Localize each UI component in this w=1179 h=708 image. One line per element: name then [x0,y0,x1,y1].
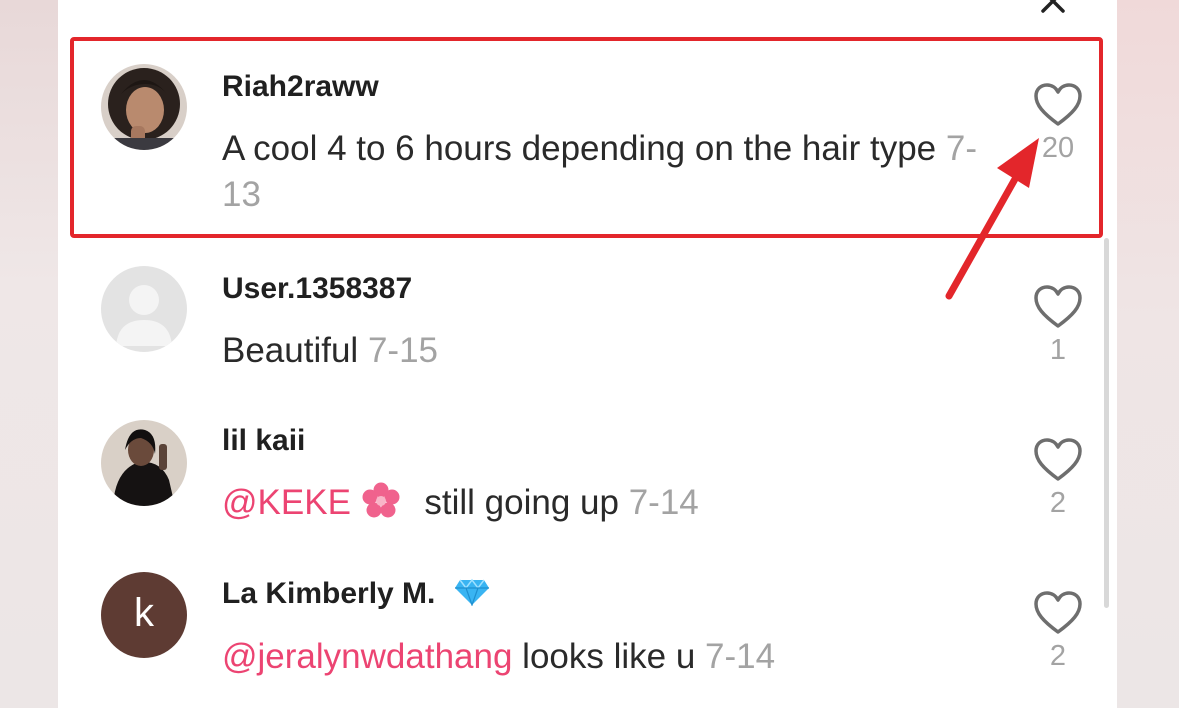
diamond-icon [454,578,490,614]
avatar[interactable]: k [101,572,187,658]
comment-text: @jeralynwdathang looks like u 7-14 [222,634,982,680]
comment-text: @KEKE still going up 7-14 [222,480,982,530]
like-count: 2 [1049,640,1067,672]
comment-username[interactable]: lil kaii [222,424,305,458]
scrollbar[interactable] [1104,238,1109,608]
close-icon[interactable] [1038,0,1068,16]
comment-body: A cool 4 to 6 hours depending on the hai… [222,129,937,168]
comment-date: 7-14 [628,483,699,522]
avatar[interactable] [101,64,187,150]
heart-icon [1034,438,1082,481]
comment-body: looks like u [522,637,696,676]
comment-username[interactable]: Riah2raww [222,70,379,104]
heart-icon [1034,591,1082,634]
mention-link[interactable]: @jeralynwdathang [222,637,512,676]
comment-text: Beautiful 7-15 [222,328,982,374]
like-count: 1 [1049,334,1067,366]
avatar[interactable] [101,420,187,506]
background-right [1117,0,1179,708]
heart-icon [1034,285,1082,328]
heart-icon [1034,83,1082,126]
background-left [0,0,58,708]
comment-username[interactable]: User.1358387 [222,272,412,306]
flower-emoji-icon [361,482,401,530]
comment-username[interactable]: La Kimberly M. [222,577,490,614]
comment-body: still going up [424,483,619,522]
like-count: 2 [1049,487,1067,519]
like-button[interactable]: 20 [1028,82,1088,165]
avatar-letter: k [134,591,154,635]
like-count: 20 [1041,132,1075,164]
like-button[interactable]: 1 [1028,284,1088,367]
comment-text: A cool 4 to 6 hours depending on the hai… [222,126,982,218]
like-button[interactable]: 2 [1028,437,1088,520]
comments-panel: Riah2raww A cool 4 to 6 hours depending … [58,0,1117,708]
comment-date: 7-14 [705,637,776,676]
like-button[interactable]: 2 [1028,590,1088,673]
screen: Riah2raww A cool 4 to 6 hours depending … [0,0,1179,708]
username-text: La Kimberly M. [222,577,436,610]
comment-body: Beautiful [222,331,359,370]
avatar[interactable] [101,266,187,352]
comment-date: 7-15 [367,331,439,370]
mention-link[interactable]: @KEKE [222,483,351,522]
